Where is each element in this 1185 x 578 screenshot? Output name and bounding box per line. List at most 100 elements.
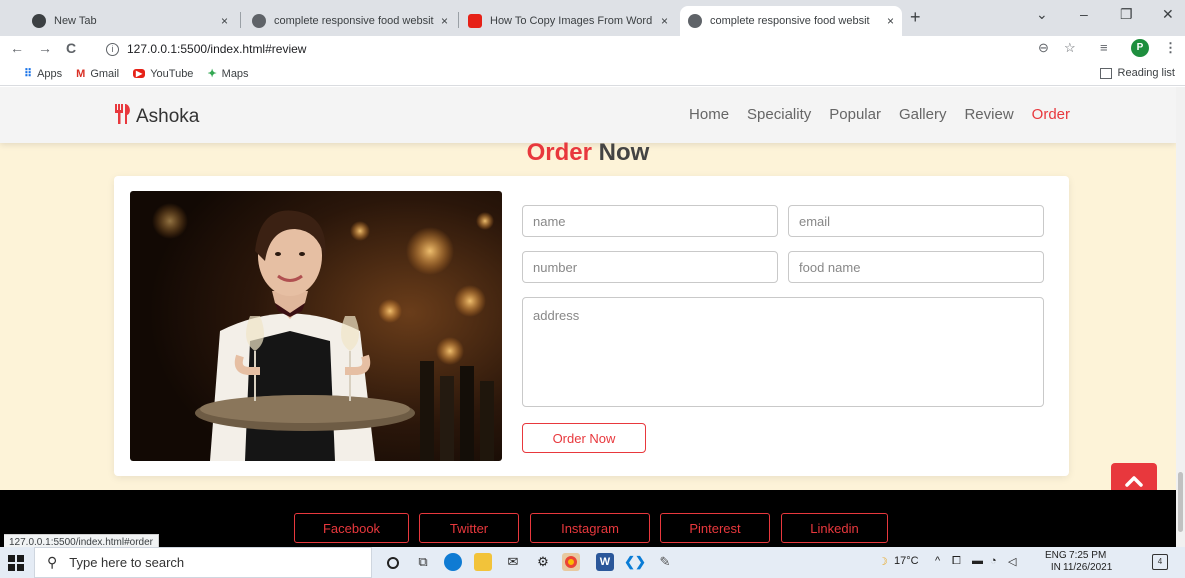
number-input[interactable]	[522, 251, 778, 283]
volume-icon[interactable]: ◁	[1008, 555, 1016, 568]
mail-icon[interactable]: ✉	[504, 553, 522, 571]
weather-temperature[interactable]: 17°C	[894, 555, 919, 567]
food-name-input[interactable]	[788, 251, 1044, 283]
media-playlist-icon[interactable]: ≡	[1100, 40, 1108, 55]
profile-avatar[interactable]: P	[1131, 39, 1149, 57]
nav-review[interactable]: Review	[964, 106, 1013, 123]
tray-chevron-up-icon[interactable]: ^	[935, 555, 940, 567]
logo-text: Ashoka	[136, 106, 200, 127]
network-icon[interactable]: ⧠	[952, 555, 961, 568]
reload-icon[interactable]: C	[66, 40, 76, 56]
close-tab-icon[interactable]: ×	[887, 14, 894, 28]
scrollbar-thumb[interactable]	[1178, 472, 1183, 532]
site-info-icon[interactable]: i	[106, 42, 119, 56]
nav-gallery[interactable]: Gallery	[899, 106, 947, 123]
taskbar-search[interactable]: ⚲ Type here to search	[34, 547, 372, 578]
chevron-up-icon	[1125, 476, 1143, 487]
zoom-icon[interactable]: ⊖	[1038, 40, 1049, 56]
nav-order[interactable]: Order	[1032, 106, 1070, 123]
close-tab-icon[interactable]: ×	[221, 14, 228, 28]
apps-grid-icon: ⠿	[24, 68, 33, 80]
name-input[interactable]	[522, 205, 778, 237]
tab-title: New Tab	[54, 15, 97, 27]
tab-search-icon[interactable]: ⌄	[1036, 6, 1048, 23]
notification-center-icon[interactable]: 4	[1152, 554, 1168, 570]
minimize-button[interactable]: –	[1080, 6, 1088, 22]
bookmark-label: Maps	[221, 67, 249, 80]
chrome-taskbar-icon[interactable]	[562, 553, 580, 571]
wifi-icon[interactable]: ◔	[990, 555, 997, 567]
back-arrow-icon[interactable]: ←	[10, 40, 24, 56]
tab-title: complete responsive food websit	[710, 15, 870, 27]
clock-time: 7:25 PM	[1069, 550, 1107, 561]
nav-home[interactable]: Home	[689, 106, 729, 123]
settings-gear-icon[interactable]: ⚙	[534, 553, 552, 571]
reading-list-label: Reading list	[1117, 67, 1175, 79]
site-header: Ashoka Home Speciality Popular Gallery R…	[0, 87, 1176, 143]
new-tab-button[interactable]: +	[910, 7, 921, 28]
bookmark-gmail[interactable]: M Gmail	[76, 68, 119, 80]
linkedin-link[interactable]: Linkedin	[781, 513, 888, 543]
email-input[interactable]	[788, 205, 1044, 237]
search-placeholder: Type here to search	[69, 555, 185, 570]
clock-date: 11/26/2021	[1063, 562, 1113, 573]
edge-icon[interactable]	[444, 553, 462, 571]
close-window-button[interactable]: ✕	[1162, 6, 1174, 23]
weather-moon-icon: ☽	[878, 556, 888, 568]
forward-arrow-icon[interactable]: →	[38, 40, 52, 56]
main-navigation: Home Speciality Popular Gallery Review O…	[689, 106, 1070, 123]
youtube-icon: ▶	[133, 69, 146, 78]
address-textarea[interactable]	[522, 297, 1044, 407]
close-tab-icon[interactable]: ×	[441, 14, 448, 28]
gmail-icon: M	[76, 67, 86, 80]
waitress-illustration	[130, 191, 502, 461]
page-scrollbar[interactable]	[1176, 87, 1185, 547]
title-rest: Now	[598, 139, 650, 166]
bookmark-star-icon[interactable]: ☆	[1064, 40, 1076, 56]
site-logo[interactable]: Ashoka	[114, 104, 199, 130]
bookmark-maps[interactable]: ✦ Maps	[207, 67, 249, 81]
title-accent: Order	[526, 139, 592, 166]
nav-popular[interactable]: Popular	[829, 106, 881, 123]
taskbar-clock[interactable]: 7:25 PM 11/26/2021	[1063, 550, 1112, 574]
tab-youtube-copy-images[interactable]: How To Copy Images From Word ×	[460, 6, 676, 36]
bookmark-apps[interactable]: ⠿ Apps	[24, 67, 62, 81]
tab-food-website-1[interactable]: complete responsive food websit ×	[244, 6, 456, 36]
bookmark-youtube[interactable]: ▶ YouTube	[133, 68, 193, 80]
instagram-link[interactable]: Instagram	[530, 513, 650, 543]
paint-icon[interactable]: ✎	[656, 553, 674, 571]
windows-start-icon[interactable]	[8, 555, 24, 571]
reading-list-button[interactable]: Reading list	[1099, 67, 1175, 79]
restore-button[interactable]: ❐	[1120, 6, 1133, 23]
link-status-bubble: 127.0.0.1:5500/index.html#order	[4, 534, 159, 547]
site-footer: Facebook Twitter Instagram Pinterest Lin…	[0, 490, 1176, 547]
battery-icon[interactable]: ▬	[972, 555, 983, 567]
order-section-title: Order Now	[0, 139, 1176, 167]
tab-separator	[240, 12, 241, 28]
address-toolbar: ← → C i 127.0.0.1:5500/index.html#review…	[0, 36, 1185, 62]
order-now-button[interactable]: Order Now	[522, 423, 646, 453]
bookmark-label: Gmail	[90, 67, 120, 80]
vscode-icon[interactable]: ❮❯	[624, 553, 646, 571]
twitter-link[interactable]: Twitter	[419, 513, 519, 543]
order-form-card: Order Now	[114, 176, 1069, 476]
word-icon[interactable]: W	[596, 553, 614, 571]
page-viewport: Ashoka Home Speciality Popular Gallery R…	[0, 87, 1176, 547]
bookmark-label: YouTube	[150, 67, 194, 80]
tab-separator	[458, 12, 459, 28]
task-view-icon[interactable]: ⧉	[414, 553, 432, 571]
tab-title: How To Copy Images From Word	[490, 15, 653, 27]
cortana-icon[interactable]	[387, 557, 399, 569]
close-tab-icon[interactable]: ×	[661, 14, 668, 28]
file-explorer-icon[interactable]	[474, 553, 492, 571]
browser-menu-icon[interactable]: ⋮	[1164, 40, 1177, 56]
url-bar[interactable]: i 127.0.0.1:5500/index.html#review	[106, 39, 1066, 59]
facebook-link[interactable]: Facebook	[294, 513, 409, 543]
globe-icon	[688, 14, 702, 28]
tab-food-website-active[interactable]: complete responsive food websit ×	[680, 6, 902, 36]
tab-new-tab[interactable]: New Tab ×	[24, 6, 236, 36]
nav-speciality[interactable]: Speciality	[747, 106, 811, 123]
url-text: 127.0.0.1:5500/index.html#review	[127, 42, 307, 56]
reading-list-icon	[1099, 67, 1112, 79]
pinterest-link[interactable]: Pinterest	[660, 513, 770, 543]
